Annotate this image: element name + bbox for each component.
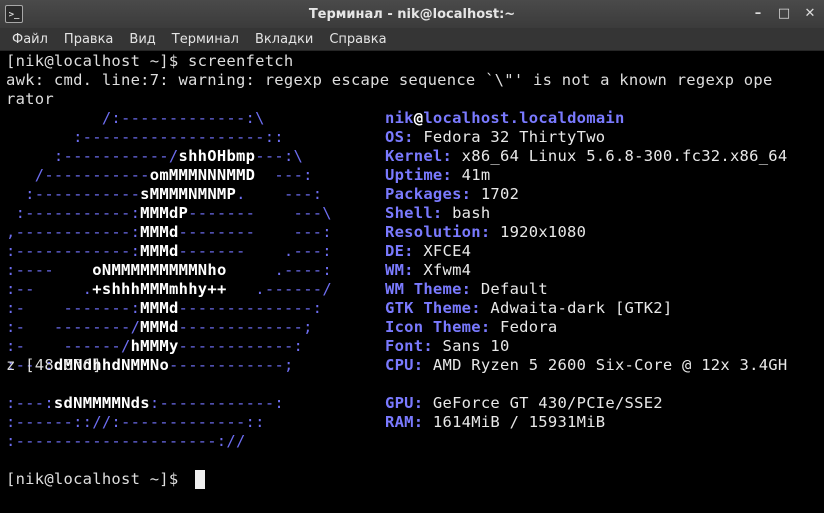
shell-prompt: [nik@localhost ~]$ [6,470,189,488]
logo-line: :- --------/MMMd-------------; [6,318,352,336]
username: nik [385,109,414,127]
maximize-icon[interactable]: □ [774,3,794,23]
info-value: x86_64 Linux 5.6.8-300.fc32.x86_64 [452,147,788,165]
info-key: WM Theme: [385,280,472,298]
info-row: RAM: 1614MiB / 15931MiB [385,413,605,432]
cpu-wrap-line: z [48.6°C] [6,356,102,374]
info-row: DE: XFCE4 [385,242,471,261]
info-value: Adwaita-dark [GTK2] [480,299,673,317]
warning-line-wrap: rator [6,90,54,108]
info-key: DE: [385,242,414,260]
info-key: Resolution: [385,223,491,241]
logo-line: :------------:MMMd------- .---: [6,242,352,260]
info-value: Default [471,280,548,298]
info-row: Icon Theme: Fedora [385,318,557,337]
info-key: OS: [385,128,414,146]
close-icon[interactable]: ✕ [800,3,820,23]
menu-view[interactable]: Вид [121,28,163,51]
user-host-line: nik@localhost.localdomain [385,109,625,128]
info-row: Resolution: 1920x1080 [385,223,586,242]
info-value: Fedora [490,318,558,336]
logo-line: :-- .+shhhMMMmhhy++ .------/ [6,280,352,298]
info-key: Kernel: [385,147,453,165]
logo-line: :------:://:-------------:: [6,413,351,431]
info-row: OS: Fedora 32 ThirtyTwo [385,128,605,147]
info-value: 1614MiB / 15931MiB [423,413,606,431]
logo-line: :- -------:MMMd--------------: [6,299,352,317]
logo-line: /-----------omMMMNNNMMD ---: [6,166,352,184]
text-cursor [195,470,205,489]
info-value: 1920x1080 [490,223,587,241]
terminal-window: >_ Терминал - nik@localhost:~ – □ ✕ Файл… [0,0,824,513]
logo-line: :-----------sMMMMNMNMP. ---: [6,185,352,203]
logo-line: :- ------/hMMMy------------: [6,337,352,355]
logo-line: :---- oNMMMMMMMMMNho .----: [6,261,352,279]
hostname: localhost.localdomain [423,109,625,127]
info-key: Shell: [385,204,443,222]
info-key: Packages: [385,185,472,203]
info-key: RAM: [385,413,424,431]
window-controls: – □ ✕ [748,3,820,23]
menu-terminal[interactable]: Терминал [164,28,247,51]
terminal-output[interactable]: [nik@localhost ~]$ screenfetch awk: cmd.… [6,52,806,513]
info-value: Xfwm4 [413,261,472,279]
warning-line: awk: cmd. line:7: warning: regexp escape… [6,71,773,89]
info-row: GTK Theme: Adwaita-dark [GTK2] [385,299,672,318]
info-key: CPU: [385,356,424,374]
info-key: GTK Theme: [385,299,481,317]
info-row: WM: Xfwm4 [385,261,471,280]
menu-help[interactable]: Справка [321,28,394,51]
info-value: bash [442,204,491,222]
logo-line: :---------------------:// [6,432,351,450]
info-row: Font: Sans 10 [385,337,510,356]
menu-bar: Файл Правка Вид Терминал Вкладки Справка [0,28,824,51]
logo-line: :---:sdNMMMMNds:------------: [6,394,352,412]
info-key: Uptime: [385,166,453,184]
info-value: Fedora 32 ThirtyTwo [413,128,606,146]
info-value: XFCE4 [413,242,472,260]
info-value: 1702 [471,185,520,203]
info-key: WM: [385,261,414,279]
info-value: AMD Ryzen 5 2600 Six-Core @ 12x 3.4GH [423,356,788,374]
info-value: Sans 10 [432,337,510,355]
logo-line: /:-------------:\ [6,109,351,127]
info-key: Font: [385,337,433,355]
title-bar[interactable]: >_ Терминал - nik@localhost:~ – □ ✕ [0,0,824,28]
logo-line: :-----------:MMMdP------- ---\ [6,204,352,222]
info-row: Uptime: 41m [385,166,490,185]
info-row: Packages: 1702 [385,185,519,204]
logo-line: ,------------:MMMd-------- ---: [6,223,352,241]
logo-line: :-------------------:: [6,128,351,146]
info-value: 41m [452,166,491,184]
logo-line: :-----------/shhOHbmp---:\ [6,147,352,165]
window-title: Терминал - nik@localhost:~ [308,6,516,22]
info-value: GeForce GT 430/PCIe/SSE2 [423,394,663,412]
info-row: GPU: GeForce GT 430/PCIe/SSE2 [385,394,663,413]
info-row: Shell: bash [385,204,490,223]
info-key: GPU: [385,394,424,412]
menu-tabs[interactable]: Вкладки [247,28,321,51]
command-line: [nik@localhost ~]$ screenfetch [6,52,294,70]
menu-file[interactable]: Файл [4,28,56,51]
info-key: Icon Theme: [385,318,491,336]
info-row: WM Theme: Default [385,280,548,299]
minimize-icon[interactable]: – [748,3,768,23]
menu-edit[interactable]: Правка [56,28,121,51]
info-row: Kernel: x86_64 Linux 5.6.8-300.fc32.x86_… [385,147,787,166]
info-row: CPU: AMD Ryzen 5 2600 Six-Core @ 12x 3.4… [385,356,787,375]
at-sign: @ [413,109,424,127]
terminal-app-icon[interactable]: >_ [5,5,23,23]
